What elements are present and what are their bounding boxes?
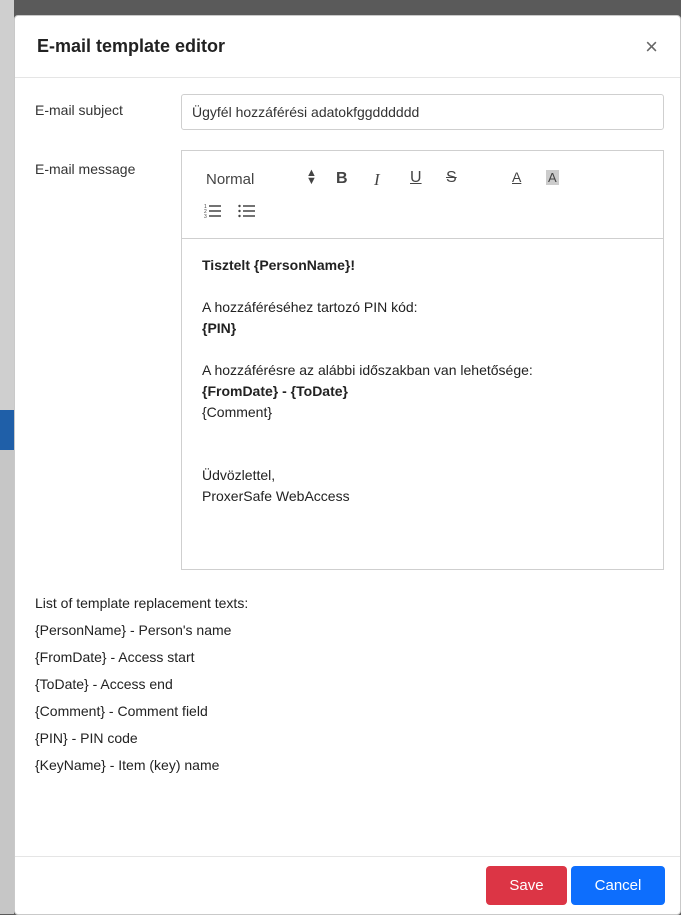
dialog-header: E-mail template editor × [15, 16, 680, 78]
background-app [0, 0, 14, 914]
replacement-item: {Comment} - Comment field [35, 703, 208, 719]
strike-button[interactable]: S [446, 169, 457, 187]
dialog-footer: Save Cancel [15, 856, 680, 914]
bullet-list-icon[interactable] [238, 203, 256, 219]
close-button[interactable]: × [645, 35, 658, 58]
replacement-item: {ToDate} - Access end [35, 676, 173, 692]
email-template-dialog: E-mail template editor × E-mail subject … [14, 15, 681, 915]
editor-toolbar: Normal ▲ ▼ B I U S A A 1 2 3 [182, 151, 663, 239]
replacement-item: {KeyName} - Item (key) name [35, 757, 220, 773]
save-button[interactable]: Save [486, 866, 567, 905]
message-label: E-mail message [35, 161, 136, 177]
bold-button[interactable]: B [336, 170, 348, 188]
background-panel-lower [0, 450, 14, 914]
subject-input[interactable] [181, 94, 664, 130]
background-color-button[interactable]: A [546, 170, 559, 185]
svg-text:3: 3 [204, 214, 207, 219]
greeting-text: Tisztelt {PersonName}! [202, 257, 356, 273]
cancel-button[interactable]: Cancel [571, 866, 665, 905]
closing-text: Üdvözlettel, [202, 467, 276, 483]
comment-placeholder: {Comment} [202, 404, 273, 420]
subject-label: E-mail subject [35, 102, 123, 118]
italic-button[interactable]: I [374, 170, 380, 190]
replacement-item: {PIN} - PIN code [35, 730, 138, 746]
period-placeholder: {FromDate} - {ToDate} [202, 383, 348, 399]
underline-button[interactable]: U [410, 169, 422, 187]
text-color-button[interactable]: A [512, 169, 521, 185]
select-arrows-icon: ▲ ▼ [306, 167, 317, 187]
font-size-select[interactable]: Normal [206, 171, 254, 188]
message-editor: Normal ▲ ▼ B I U S A A 1 2 3 Tisztelt {P… [181, 150, 664, 570]
period-label-text: A hozzáférésre az alábbi időszakban van … [202, 362, 533, 378]
replacement-heading: List of template replacement texts: [35, 595, 249, 611]
replacement-item: {FromDate} - Access start [35, 649, 195, 665]
pin-placeholder: {PIN} [202, 320, 237, 336]
ordered-list-icon[interactable]: 1 2 3 [204, 203, 222, 219]
background-selected-row [0, 410, 14, 450]
message-body[interactable]: Tisztelt {PersonName}! A hozzáféréséhez … [182, 239, 663, 523]
replacement-item: {PersonName} - Person's name [35, 622, 232, 638]
pin-label-text: A hozzáféréséhez tartozó PIN kód: [202, 299, 418, 315]
replacement-list: List of template replacement texts: {Per… [35, 590, 248, 779]
background-panel [0, 0, 14, 410]
dialog-title: E-mail template editor [37, 36, 226, 56]
signature-text: ProxerSafe WebAccess [202, 488, 350, 504]
